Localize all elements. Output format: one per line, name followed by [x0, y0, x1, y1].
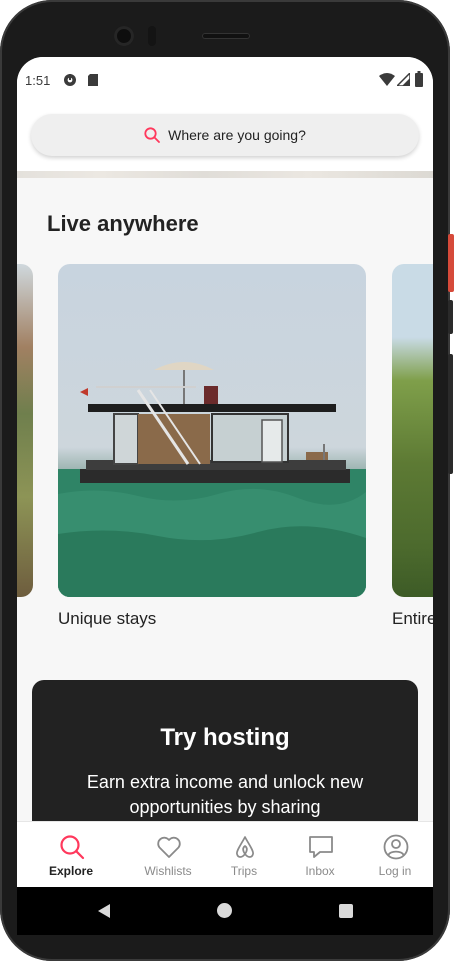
hero-image-edge: [17, 171, 433, 178]
category-card-previous[interactable]: [17, 264, 33, 597]
tab-label: Wishlists: [144, 864, 192, 878]
side-button-power[interactable]: [448, 300, 453, 334]
tab-label: Trips: [230, 864, 258, 878]
system-navigation-bar: [17, 887, 433, 935]
tab-label: Log in: [378, 864, 412, 878]
card-label-unique-stays: Unique stays: [58, 609, 157, 628]
search-header: Where are you going?: [17, 103, 433, 177]
app-icon: [64, 74, 76, 86]
proximity-sensor: [148, 26, 156, 46]
wifi-icon: [379, 73, 395, 86]
recents-icon[interactable]: [339, 904, 353, 918]
signal-icon: [397, 73, 410, 86]
search-bar[interactable]: Where are you going?: [31, 114, 419, 156]
section-title: Live anywhere: [47, 211, 199, 236]
front-camera: [114, 26, 134, 46]
status-time: 1:51: [25, 73, 51, 88]
tab-label: Inbox: [305, 864, 335, 878]
sd-card-icon: [88, 74, 98, 86]
battery-icon: [415, 71, 423, 87]
earpiece-speaker: [202, 33, 250, 39]
side-button-volume[interactable]: [448, 354, 453, 474]
search-icon: [144, 127, 161, 143]
tab-explore[interactable]: Explore: [33, 822, 109, 887]
status-bar: 1:51: [17, 57, 433, 103]
app-screen: 1:51 Where are you going? Live anywhere: [17, 57, 433, 887]
card-label-entire: Entire: [392, 609, 433, 628]
search-icon: [60, 835, 85, 860]
search-placeholder: Where are you going?: [168, 127, 306, 143]
home-icon[interactable]: [217, 903, 232, 918]
tab-log-in[interactable]: Log in: [357, 822, 433, 887]
heart-icon: [157, 836, 181, 858]
side-accent: [448, 234, 454, 292]
airbnb-logo-icon: [236, 836, 254, 858]
bottom-tab-bar: Explore Wishlists Trips Inbox Log in: [17, 821, 433, 887]
tab-inbox[interactable]: Inbox: [282, 822, 358, 887]
back-icon[interactable]: [97, 903, 111, 919]
hosting-description: Earn extra income and unlock new opportu…: [86, 772, 364, 817]
category-card-entire[interactable]: [392, 264, 433, 597]
tab-wishlists[interactable]: Wishlists: [130, 822, 206, 887]
tab-label: Explore: [48, 864, 93, 878]
chat-bubble-icon: [309, 836, 333, 858]
hosting-title: Try hosting: [160, 724, 290, 751]
user-circle-icon: [383, 834, 409, 860]
houseboat-image: [58, 362, 366, 597]
category-card-unique-stays[interactable]: [58, 264, 366, 597]
tab-trips[interactable]: Trips: [206, 822, 282, 887]
